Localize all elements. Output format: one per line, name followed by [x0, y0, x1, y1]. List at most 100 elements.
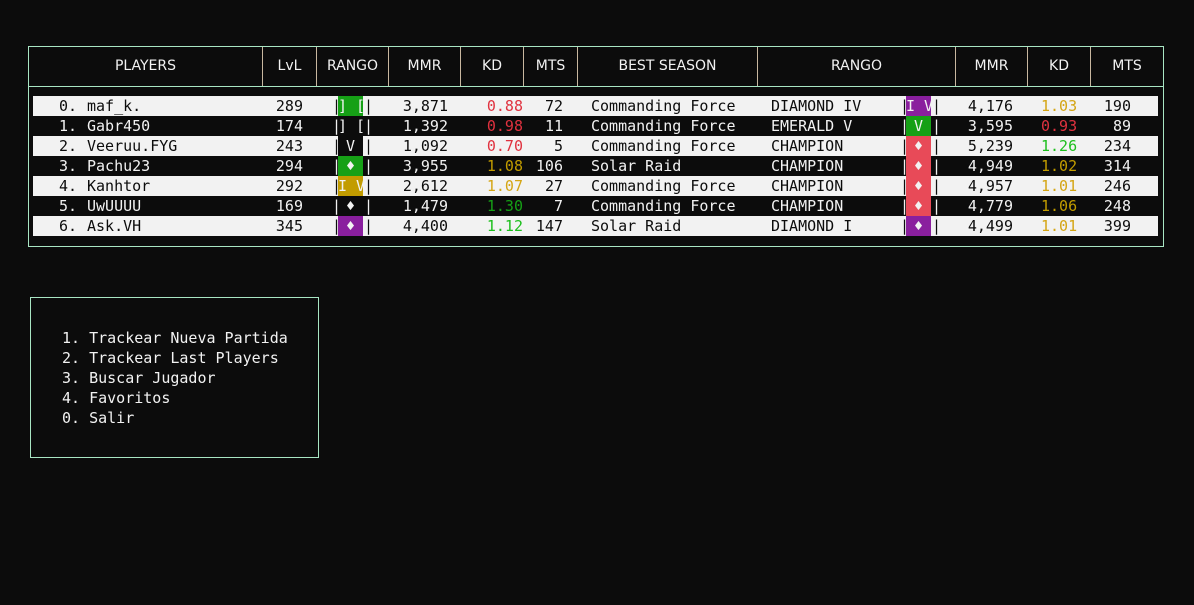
player-name: UwUUUU: [87, 197, 142, 215]
table-row[interactable]: 5. UwUUUU 169 | ♦ | 1,479 1.30 7 Commanding Force…: [33, 196, 1158, 216]
best-mmr: 5,239: [967, 137, 1013, 155]
player-matches: 27: [544, 177, 563, 195]
best-mmr: 4,499: [967, 217, 1013, 235]
table-row[interactable]: 0. maf_k. 289 |] [| 3,871 0.88 72 Commanding Fo…: [33, 96, 1158, 116]
best-matches: 314: [1103, 157, 1131, 175]
rank-icon: ♦: [906, 196, 931, 216]
player-name: Veeruu.FYG: [87, 137, 178, 155]
rank-icon: ♦: [906, 136, 931, 156]
player-level: 294: [275, 157, 303, 175]
player-name: Ask.VH: [87, 217, 142, 235]
best-mmr: 4,957: [967, 177, 1013, 195]
rank-icon: ♦: [345, 197, 356, 215]
player-matches: 147: [535, 217, 563, 235]
best-kd: 1.01: [1041, 217, 1078, 235]
player-name: maf_k.: [87, 97, 142, 115]
player-index: 6.: [59, 217, 78, 235]
menu-item[interactable]: 3. Buscar Jugador: [62, 368, 216, 388]
best-season: Commanding Force: [591, 117, 736, 135]
best-kd: 1.03: [1041, 97, 1078, 115]
player-mmr: 4,400: [402, 217, 448, 235]
best-kd: 1.01: [1041, 177, 1078, 195]
divider: |: [364, 197, 374, 215]
divider: |: [932, 137, 942, 155]
player-name: Pachu23: [87, 157, 151, 175]
player-matches: 72: [544, 97, 563, 115]
column-header[interactable]: PLAYERS: [29, 47, 263, 86]
column-header[interactable]: MMR: [389, 47, 461, 86]
best-rank-name: DIAMOND I: [771, 217, 853, 235]
menu-item[interactable]: 0. Salir: [62, 408, 134, 428]
rank-icon: ♦: [906, 216, 931, 236]
divider: |: [932, 117, 942, 135]
menu-item[interactable]: 1. Trackear Nueva Partida: [62, 328, 288, 348]
divider: |: [364, 177, 374, 195]
best-season: Solar Raid: [591, 157, 682, 175]
column-header[interactable]: RANGO: [317, 47, 389, 86]
best-mmr: 4,779: [967, 197, 1013, 215]
menu-item[interactable]: 4. Favoritos: [62, 388, 170, 408]
rank-icon: ♦: [906, 156, 931, 176]
menu-item[interactable]: 2. Trackear Last Players: [62, 348, 279, 368]
player-mmr: 2,612: [402, 177, 448, 195]
player-index: 0.: [59, 97, 78, 115]
player-mmr: 3,871: [402, 97, 448, 115]
divider: |: [932, 157, 942, 175]
rank-icon: V: [906, 116, 931, 136]
table-row[interactable]: 1. Gabr450 174 |] [| 1,392 0.98 11 Commanding F…: [33, 116, 1158, 136]
divider: |: [364, 137, 374, 155]
column-header[interactable]: MTS: [524, 47, 578, 86]
divider: |: [932, 197, 942, 215]
rank-icon: ] [: [338, 117, 366, 135]
player-level: 289: [275, 97, 303, 115]
player-matches: 5: [553, 137, 563, 155]
player-level: 243: [275, 137, 303, 155]
best-matches: 234: [1103, 137, 1131, 155]
player-mmr: 1,092: [402, 137, 448, 155]
best-season: Commanding Force: [591, 197, 736, 215]
player-matches: 11: [544, 117, 563, 135]
best-matches: 246: [1103, 177, 1131, 195]
column-header[interactable]: KD: [1028, 47, 1091, 86]
column-header[interactable]: KD: [461, 47, 524, 86]
best-rank-name: CHAMPION: [771, 197, 844, 215]
player-index: 4.: [59, 177, 78, 195]
player-mmr: 1,479: [402, 197, 448, 215]
rank-icon: V: [338, 136, 363, 156]
column-header[interactable]: LvL: [263, 47, 317, 86]
table-row[interactable]: 3. Pachu23 294 | ♦ | 3,955 1.08 106 Solar Raid CHA…: [33, 156, 1158, 176]
divider: |: [364, 97, 374, 115]
player-name: Kanhtor: [87, 177, 151, 195]
player-name: Gabr450: [87, 117, 151, 135]
divider: |: [932, 177, 942, 195]
best-mmr: 4,176: [967, 97, 1013, 115]
player-level: 174: [275, 117, 303, 135]
table-row[interactable]: 2. Veeruu.FYG 243 | V | 1,092 0.70 5 Commanding F…: [33, 136, 1158, 156]
rank-icon: ♦: [338, 216, 363, 236]
player-index: 2.: [59, 137, 78, 155]
best-season: Commanding Force: [591, 97, 736, 115]
column-header[interactable]: RANGO: [758, 47, 956, 86]
best-matches: 89: [1112, 117, 1131, 135]
rank-icon: I V: [906, 96, 934, 116]
column-header[interactable]: MMR: [956, 47, 1028, 86]
best-season: Solar Raid: [591, 217, 682, 235]
player-index: 1.: [59, 117, 78, 135]
table-row[interactable]: 6. Ask.VH 345 | ♦ | 4,400 1.12 147 Solar Raid DIAM…: [33, 216, 1158, 236]
best-kd: 1.06: [1041, 197, 1078, 215]
best-rank-name: EMERALD V: [771, 117, 853, 135]
best-rank-name: CHAMPION: [771, 177, 844, 195]
column-header[interactable]: MTS: [1091, 47, 1163, 86]
rank-icon: ] [: [338, 96, 366, 116]
rank-icon: ♦: [338, 156, 363, 176]
player-mmr: 3,955: [402, 157, 448, 175]
player-level: 169: [275, 197, 303, 215]
column-header[interactable]: BEST SEASON: [578, 47, 758, 86]
divider: |: [364, 157, 374, 175]
best-rank-name: CHAMPION: [771, 137, 844, 155]
player-level: 292: [275, 177, 303, 195]
players-table: PLAYERS LvL RANGO MMR KD MTS BEST SEASON RANGO M…: [28, 46, 1164, 247]
player-mmr: 1,392: [402, 117, 448, 135]
best-mmr: 4,949: [967, 157, 1013, 175]
table-row[interactable]: 4. Kanhtor 292 | I V | 2,612 1.07 27 Commanding F…: [33, 176, 1158, 196]
